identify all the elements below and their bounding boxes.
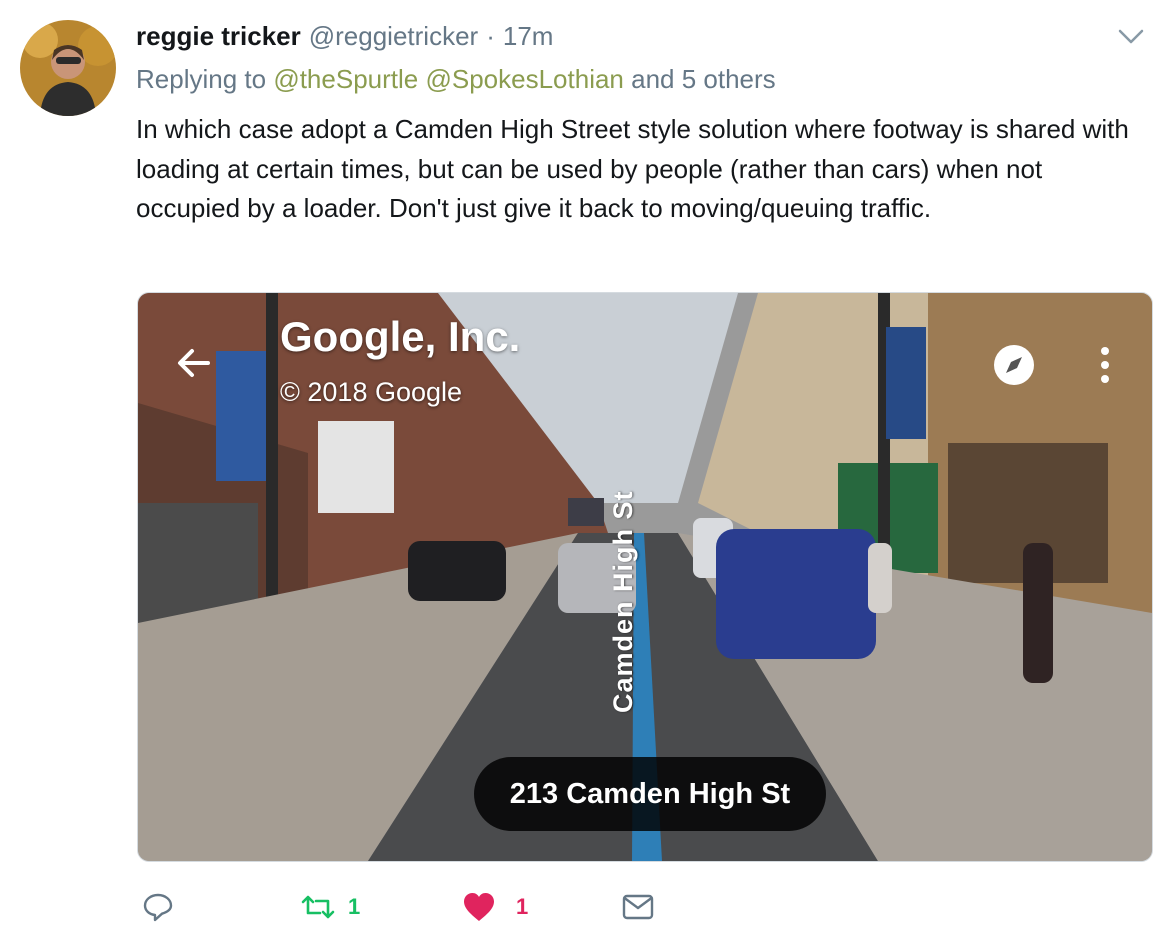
- envelope-icon: [622, 894, 654, 920]
- heart-icon: [464, 893, 494, 921]
- compass-icon[interactable]: [992, 343, 1036, 387]
- tweet-media[interactable]: Google, Inc. © 2018 Google Camden High S…: [137, 292, 1153, 862]
- tweet-header: reggie tricker @reggietricker · 17m: [136, 18, 553, 54]
- street-name-overlay: Camden High St: [608, 490, 638, 713]
- like-button[interactable]: 1: [462, 884, 528, 930]
- mention-link-2[interactable]: @SpokesLothian: [425, 64, 623, 94]
- reply-icon: [143, 893, 173, 922]
- replying-others[interactable]: and 5 others: [631, 64, 776, 94]
- replying-prefix: Replying to: [136, 64, 267, 94]
- tweet-time[interactable]: 17m: [503, 21, 554, 52]
- direct-message-button[interactable]: [622, 884, 654, 930]
- retweet-button[interactable]: 1: [300, 884, 360, 930]
- gsv-title: Google, Inc.: [280, 313, 521, 360]
- separator-dot: ·: [486, 20, 495, 51]
- mention-link-1[interactable]: @theSpurtle: [273, 64, 418, 94]
- avatar-image: [20, 20, 116, 116]
- tweet-text: In which case adopt a Camden High Street…: [136, 114, 1129, 223]
- gsv-copyright: © 2018 Google: [280, 377, 463, 407]
- more-options-icon[interactable]: [1098, 345, 1112, 385]
- address-pill[interactable]: 213 Camden High St: [474, 757, 826, 831]
- back-arrow-icon[interactable]: [174, 343, 214, 383]
- replying-to: Replying to @theSpurtle @SpokesLothian a…: [136, 64, 776, 95]
- author-handle[interactable]: @reggietricker: [309, 21, 478, 52]
- avatar[interactable]: [20, 20, 116, 116]
- retweet-count: 1: [348, 894, 361, 919]
- author-name[interactable]: reggie tricker: [136, 21, 301, 52]
- tweet-actions: 1 1: [136, 884, 1136, 930]
- reply-button[interactable]: [142, 884, 174, 930]
- like-count: 1: [516, 894, 529, 919]
- retweet-icon: [301, 895, 335, 919]
- chevron-down-icon[interactable]: [1116, 24, 1146, 48]
